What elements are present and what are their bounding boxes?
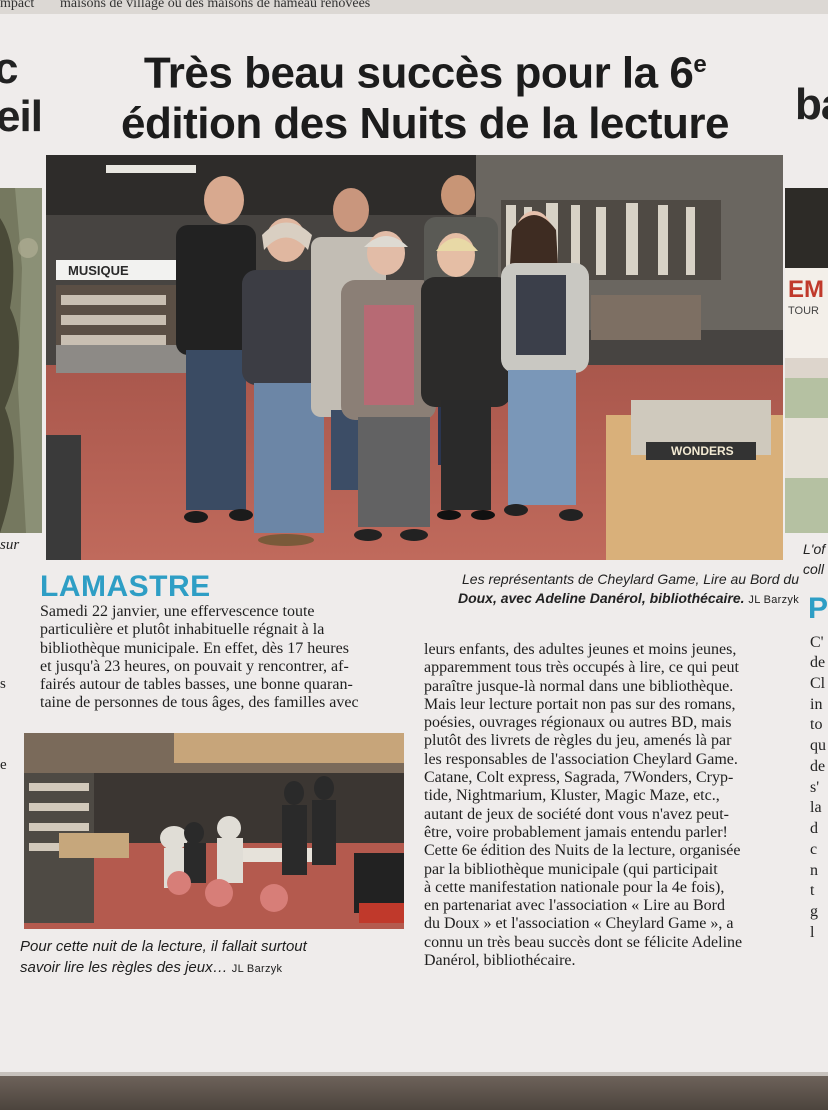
column2-line: poésies, ouvrages régionaux ou autres BD… [424,714,732,732]
main-photo-caption: Les représentants de Cheylard Game, Lire… [424,570,799,610]
column2-line: Cette 6e édition des Nuits de la lecture… [424,842,741,860]
column2-line: les responsables de l'association Cheyla… [424,750,738,768]
top-snippet-right: maisons de village ou des maisons de ham… [60,0,371,11]
right-edge-coll: coll [803,561,825,577]
column2-line: à cette manifestation nationale pour la … [424,878,725,896]
column1-line: fairés autour de tables basses, une bonn… [40,676,353,694]
right-edge-letter: Cl [810,675,826,692]
right-edge-letter: c [810,841,818,858]
wonders-box-label: WONDERS [671,444,734,458]
column1-line: Samedi 22 janvier, une effervescence tou… [40,603,315,620]
column2-line: paraître jusque-là normal dans une bibli… [424,677,734,695]
column1-line: taine de personnes de tous âges, des fam… [40,694,359,712]
right-edge-letter: la [810,799,822,816]
column2-line: par la bibliothèque municipale (qui part… [424,860,718,878]
headline-line2: édition des Nuits de la lecture [121,98,729,148]
right-edge-letter: de [810,654,826,671]
left-edge-sur: sur [0,537,20,553]
secondary-photo-caption: Pour cette nuit de la lecture, il fallai… [20,936,410,980]
caption1-line2: Doux, avec Adeline Danérol, bibliothécai… [457,590,745,606]
left-edge-photo [0,188,42,533]
right-edge-letter: l [810,924,815,941]
column1-line: particulière et plutôt inhabituelle régn… [40,621,325,639]
column2-line: apparemment tous très occupés à lire, ce… [424,659,739,677]
secondary-photo [24,733,404,929]
column2-line: du Doux » et l'association « Cheylard Ga… [424,915,734,933]
right-edge-p: P [808,592,828,625]
right-edge-letter: C' [810,634,824,651]
right-edge-em: EM [788,276,824,303]
column2-line: être, voire probablement jamais entendu … [424,823,728,841]
town-label: LAMASTRE [40,570,211,603]
caption2-credit: JL Barzyk [231,963,283,975]
right-edge-letter: in [810,696,823,713]
headline: Très beau succès pour la 6e édition des … [95,40,755,149]
musique-sign: MUSIQUE [68,263,129,278]
right-edge-letter: to [810,716,823,733]
caption2-line1: Pour cette nuit de la lecture, il fallai… [20,938,307,955]
main-photo: MUSIQUE WONDERS [46,155,783,560]
article-column-2: leurs enfants, des adultes jeunes et moi… [424,641,796,970]
left-edge-s: s [0,676,6,692]
caption2-line2: savoir lire les règles des jeux… [20,959,228,976]
table-surface [0,1076,828,1110]
left-edge-e: e [0,757,7,773]
column1-line: bibliothèque municipale. En effet, dès 1… [40,639,349,657]
right-edge-lof: L'of [803,541,826,557]
right-edge-photo [785,188,828,533]
column1-line: et jusqu'à 23 heures, on pouvait y renco… [40,657,349,675]
top-snippet-left: mpact [0,0,35,11]
article-column-1: Samedi 22 janvier, une effervescence tou… [40,603,416,713]
right-edge-letter: qu [810,737,826,754]
right-edge-letter: g [810,903,818,920]
right-edge-letter: d [810,820,818,837]
headline-line1: Très beau succès pour la 6 [143,48,694,98]
column2-line: connu un très beau succès dont se félici… [424,933,743,951]
right-edge-letter: t [810,882,815,899]
column2-line: en partenariat avec l'association « Lire… [424,897,725,915]
column2-line: Mais leur lecture portait non pas sur de… [424,695,736,713]
right-edge-letter: s' [810,779,820,796]
column2-line: tide, Nightmarium, Kluster, Magic Maze, … [424,787,720,805]
right-edge-ba: ba [795,80,828,129]
caption1-credit: JL Barzyk [748,594,799,606]
column2-line: leurs enfants, des adultes jeunes et moi… [424,641,737,658]
column2-line: Catane, Colt express, Sagrada, 7Wonders,… [424,769,734,787]
right-edge-letter: n [810,862,818,879]
left-edge-c: c [0,44,19,93]
left-edge-eil: eil [0,92,43,141]
right-edge-tour: TOUR [788,305,819,317]
headline-sup: e [693,51,707,78]
newspaper-page: mpact maisons de village ou des maisons … [0,0,828,1110]
right-edge-letter: de [810,758,826,775]
column2-line: Danérol, bibliothécaire. [424,952,576,970]
column2-line: autant de jeux de société dont vous n'av… [424,805,729,823]
caption1-line1: Les représentants de Cheylard Game, Lire… [462,571,799,587]
column2-line: plutôt des livrets de règles du jeu, ame… [424,732,732,750]
